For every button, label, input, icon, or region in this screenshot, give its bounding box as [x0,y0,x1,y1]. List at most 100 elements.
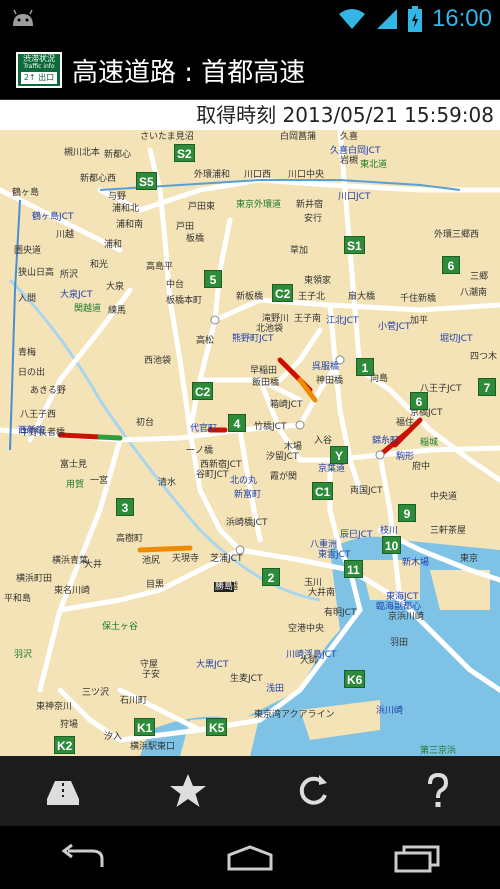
route-shield[interactable]: 9 [398,504,416,522]
back-button[interactable] [43,833,123,883]
recents-icon [394,845,440,872]
place-label: 浜川崎 [376,706,404,716]
place-label: 芝浦JCT [210,554,243,564]
place-label: 川口西 [244,170,272,180]
place-label: 浦和 [104,240,123,250]
place-label: 西新宿 [18,426,46,436]
route-shield[interactable]: K2 [54,736,76,754]
place-label: 駒形 [396,452,415,462]
place-label: 清水 [158,478,177,488]
place-label: 羽田 [390,638,409,648]
place-label: 小菅JCT [378,322,411,332]
place-label: 東名川崎 [54,586,91,596]
place-label: 富士見 [60,460,88,470]
action-bar: 渋滞状況 Traffic info 2↑ 出口 高速道路 : 首都高速 [0,38,500,100]
route-shield[interactable]: 10 [382,536,402,554]
recents-button[interactable] [377,833,457,883]
route-shield[interactable]: K6 [344,670,366,688]
place-label: 守屋 [140,660,159,670]
place-label: 三郷 [470,272,489,282]
place-label: 江北JCT [326,316,359,326]
place-label: 高島平 [146,262,174,272]
place-label: あきる野 [30,386,66,396]
place-label: 大黒JCT [196,660,229,670]
place-label: 箱崎JCT [270,400,303,410]
place-label: 外環三郷西 [434,230,480,240]
place-label: 勝島 [214,582,235,592]
place-label: 岩槻 [340,156,359,166]
route-shield[interactable]: C2 [192,382,214,400]
place-label: 新木場 [402,558,430,568]
place-label: 八潮南 [460,288,488,298]
place-label: 竹橋JCT [254,422,287,432]
place-label: 両国JCT [350,486,383,496]
place-label: 西新宿JCT [200,460,242,470]
route-shield[interactable]: 4 [228,414,246,432]
place-label: 外環浦和 [194,170,231,180]
place-label: 安行 [304,214,323,224]
back-icon [61,843,104,867]
place-label: 府中 [412,462,431,472]
route-shield[interactable]: K1 [134,718,156,736]
route-shield[interactable]: 7 [478,378,496,396]
route-shield[interactable]: 2 [262,568,280,586]
refresh-button[interactable] [283,761,343,821]
place-label: 北池袋 [256,324,284,334]
help-button[interactable] [408,761,468,821]
place-label: 福住 [396,418,415,428]
place-label: 木場 [284,442,303,452]
signal-icon [376,9,397,29]
place-label: 東京外環道 [236,200,282,210]
traffic-map[interactable]: さいたま見沼 白岡菖蒲 久喜 槻川北本 新都心 久喜白岡JCT 岩槻 外環浦和 … [0,130,500,756]
place-label: 川崎浮島JCT [286,650,337,660]
route-shield[interactable]: 6 [442,256,460,274]
place-label: 高松 [196,336,215,346]
home-button[interactable] [210,833,290,883]
place-label: 代官町 [190,424,218,434]
place-label: 三ツ沢 [82,688,110,698]
place-label: 平和島 [4,594,32,604]
route-shield[interactable]: K5 [206,718,228,736]
route-shield[interactable]: 3 [116,498,134,516]
place-label: 千住新橋 [400,294,437,304]
place-label: 日の出 [18,368,46,378]
place-label: 羽沢 [14,650,33,660]
place-label: 天現寺 [172,554,200,564]
place-label: 東神奈川 [36,702,73,712]
place-label: 臨海副都心 [376,602,422,612]
app-logo-icon[interactable]: 渋滞状況 Traffic info 2↑ 出口 [16,52,62,88]
place-label: 汐留JCT [266,452,299,462]
route-shield[interactable]: 6 [410,392,428,410]
place-label: 槻川北本 [64,148,101,158]
logo-line3: 2↑ 出口 [21,72,57,84]
place-label: 三軒茶屋 [430,526,467,536]
route-shield[interactable]: Y [330,446,348,464]
highway-button[interactable] [33,761,93,821]
place-label: 東京 [460,554,479,564]
route-shield[interactable]: S1 [344,236,365,254]
place-label: 神田橋 [316,376,344,386]
place-label: 関越道 [74,304,102,314]
place-label: 東雲JCT [318,550,351,560]
place-label: 京葉道 [318,464,346,474]
favorite-button[interactable] [158,761,218,821]
place-label: 東北道 [360,160,388,170]
route-shield[interactable]: C2 [272,284,294,302]
battery-icon [407,6,422,32]
place-label: 大泉 [106,282,125,292]
place-label: 八王子西 [20,410,57,420]
route-shield[interactable]: 11 [344,560,363,578]
place-label: 目黒 [146,580,165,590]
route-shield[interactable]: S2 [174,144,195,162]
route-shield[interactable]: S5 [136,172,157,190]
place-label: 浜崎橋JCT [226,518,268,528]
route-shield[interactable]: C1 [312,482,334,500]
place-label: 北の丸 [230,476,258,486]
route-shield[interactable]: 5 [204,270,222,288]
route-shield[interactable]: 1 [356,358,374,376]
place-label: 草加 [290,246,309,256]
place-label: 空港中央 [288,624,325,634]
place-label: 戸田東 [188,202,216,212]
home-icon [227,844,273,870]
star-icon [169,774,206,807]
